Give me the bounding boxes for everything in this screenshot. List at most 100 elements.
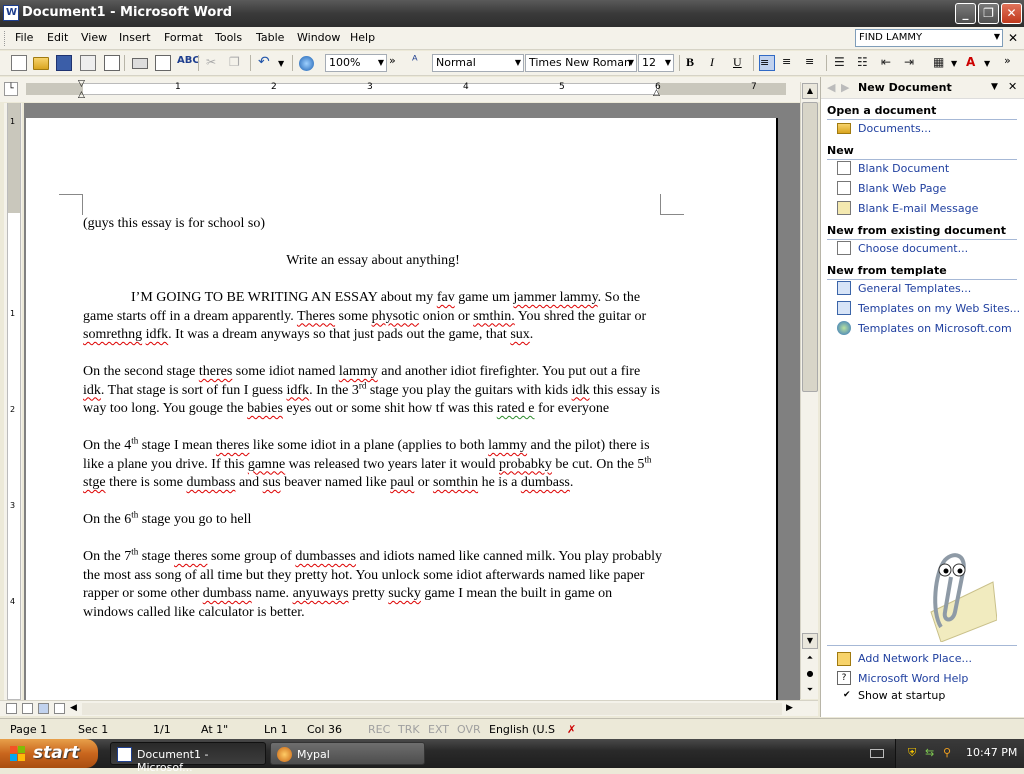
menu-table[interactable]: Table <box>256 31 284 44</box>
grammar-flag[interactable]: rated e <box>497 401 535 416</box>
misspelled-word[interactable]: probabky <box>499 457 552 472</box>
print-preview-icon[interactable] <box>155 55 171 71</box>
misspelled-word[interactable]: idk <box>572 383 590 398</box>
zoom-select[interactable]: 100% ▼ <box>325 54 387 72</box>
misspelled-word[interactable]: smthin. <box>473 309 515 324</box>
left-indent-marker[interactable]: △ <box>78 90 85 100</box>
font-color-icon[interactable]: A <box>966 55 982 71</box>
styles-formatting-icon[interactable]: ᴬ <box>412 54 428 70</box>
menu-format[interactable]: Format <box>164 31 203 44</box>
chevron-down-icon[interactable]: ▼ <box>984 59 1000 75</box>
select-browse-object-button[interactable]: ● <box>802 667 818 683</box>
task-pane-close-icon[interactable]: ✕ <box>1008 80 1017 93</box>
misspelled-word[interactable]: idfk <box>146 327 169 342</box>
first-line-indent-marker[interactable]: ▽ <box>78 79 85 89</box>
toolbar-options-icon[interactable]: » <box>1004 54 1020 70</box>
cut-icon[interactable]: ✂ <box>206 55 222 71</box>
link-choose-document[interactable]: Choose document... <box>858 242 968 255</box>
decrease-indent-icon[interactable]: ⇤ <box>881 55 897 71</box>
numbering-icon[interactable]: ☰ <box>834 55 850 71</box>
status-language[interactable]: English (U.S <box>489 723 555 736</box>
link-blank-email[interactable]: Blank E-mail Message <box>858 202 978 215</box>
link-add-network-place[interactable]: Add Network Place... <box>858 652 972 665</box>
open-folder-icon[interactable] <box>33 57 49 70</box>
misspelled-word[interactable]: dumbass <box>521 475 570 490</box>
misspelled-word[interactable]: somthin <box>433 475 478 490</box>
restore-button[interactable]: ❐ <box>978 3 999 24</box>
misspelled-word[interactable]: lammy <box>488 438 527 453</box>
menu-help[interactable]: Help <box>350 31 375 44</box>
link-blank-web-page[interactable]: Blank Web Page <box>858 182 946 195</box>
spelling-status-icon[interactable]: ✗ <box>567 723 576 736</box>
font-select[interactable]: Times New Roman ▼ <box>525 54 637 72</box>
tab-selector-button[interactable]: └ <box>4 82 18 96</box>
menu-file[interactable]: File <box>15 31 33 44</box>
permission-icon[interactable] <box>80 55 96 71</box>
misspelled-word[interactable]: theres <box>216 438 249 453</box>
previous-page-button[interactable]: ⏶ <box>802 651 818 667</box>
show-at-startup-checkbox[interactable]: ✔ <box>843 690 853 700</box>
misspelled-word[interactable]: babies <box>247 401 283 416</box>
horizontal-ruler[interactable]: └ 1 2 3 4 5 6 7 ▽ △ △ <box>0 77 820 102</box>
menu-window[interactable]: Window <box>297 31 340 44</box>
misspelled-word[interactable]: somrethng <box>83 327 142 342</box>
scroll-down-button[interactable]: ▼ <box>802 633 818 649</box>
undo-icon[interactable]: ↶ <box>258 54 274 70</box>
menu-edit[interactable]: Edit <box>47 31 68 44</box>
italic-button[interactable]: I <box>710 55 726 71</box>
misspelled-word[interactable]: lammy <box>339 364 378 379</box>
word-app-icon[interactable]: W <box>3 5 19 21</box>
status-ext[interactable]: EXT <box>428 723 449 736</box>
copy-icon[interactable]: ❐ <box>229 55 245 71</box>
normal-view-icon[interactable] <box>6 703 17 714</box>
task-pane-menu-icon[interactable]: ▼ <box>991 82 998 92</box>
misspelled-word[interactable]: idfk <box>287 383 310 398</box>
increase-indent-icon[interactable]: ⇥ <box>904 55 920 71</box>
toolbar-options-icon[interactable]: » <box>389 54 405 70</box>
menu-view[interactable]: View <box>81 31 107 44</box>
misspelled-word[interactable]: fav <box>437 290 455 305</box>
link-documents[interactable]: Documents... <box>858 122 931 135</box>
link-microsoft-templates[interactable]: Templates on Microsoft.com <box>858 322 1012 335</box>
underline-button[interactable]: U <box>733 55 749 71</box>
horizontal-scrollbar[interactable]: ◀ ▶ <box>0 700 818 716</box>
research-globe-icon[interactable] <box>299 56 314 71</box>
clock[interactable]: 10:47 PM <box>966 746 1017 759</box>
office-assistant-clippy[interactable] <box>901 542 997 642</box>
scroll-left-button[interactable]: ◀ <box>70 703 77 713</box>
border-icon[interactable]: ▦ <box>933 55 949 71</box>
align-left-icon[interactable]: ≡ <box>759 55 775 71</box>
document-text[interactable]: (guys this essay is for school so) Write… <box>83 215 663 641</box>
print-icon[interactable] <box>132 58 148 69</box>
misspelled-word[interactable]: Theres <box>297 309 335 324</box>
outline-view-icon[interactable] <box>54 703 65 714</box>
email-icon[interactable] <box>104 55 120 71</box>
title-bar[interactable]: W Document1 - Microsoft Word _ ❐ ✕ <box>0 0 1024 27</box>
align-right-icon[interactable]: ≡ <box>805 55 821 71</box>
save-icon[interactable] <box>56 55 72 71</box>
menu-tools[interactable]: Tools <box>215 31 242 44</box>
bold-button[interactable]: B <box>686 55 702 71</box>
back-arrow-icon[interactable]: ◀ <box>827 81 835 94</box>
security-shield-icon[interactable]: ⛨ <box>908 746 922 760</box>
status-ovr[interactable]: OVR <box>457 723 481 736</box>
misspelled-word[interactable]: sux <box>510 327 529 342</box>
taskbar-item-word[interactable]: Document1 - Microsof... <box>110 742 266 774</box>
vertical-ruler[interactable]: 1 1 2 3 4 <box>4 103 22 700</box>
style-select[interactable]: Normal ▼ <box>432 54 524 72</box>
right-indent-marker[interactable]: △ <box>653 88 660 98</box>
scroll-thumb[interactable] <box>802 102 818 392</box>
document-page[interactable]: (guys this essay is for school so) Write… <box>26 118 778 700</box>
print-layout-view-icon[interactable] <box>38 703 49 714</box>
spelling-grammar-icon[interactable]: ABC <box>177 55 200 71</box>
font-size-select[interactable]: 12 ▼ <box>638 54 674 72</box>
close-button[interactable]: ✕ <box>1001 3 1022 24</box>
ask-a-question-box[interactable]: FIND LAMMY ▼ <box>855 29 1003 47</box>
vertical-scrollbar[interactable]: ▲ ▼ ⏶ ● ⏷ <box>800 82 818 699</box>
horizontal-scroll-track[interactable] <box>82 703 782 715</box>
taskbar-item-mypal[interactable]: Mypal <box>270 742 425 765</box>
misspelled-word[interactable]: physotic <box>372 309 419 324</box>
minimize-button[interactable]: _ <box>955 3 976 24</box>
start-button[interactable]: start <box>0 739 98 768</box>
misspelled-word[interactable]: paul <box>390 475 414 490</box>
